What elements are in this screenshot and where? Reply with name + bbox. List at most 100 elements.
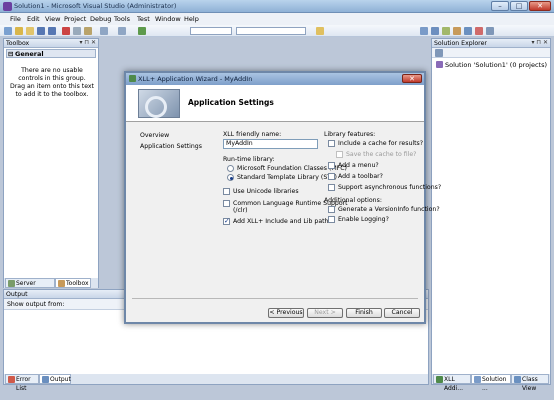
copy-icon[interactable] (73, 27, 81, 35)
logging-label: Enable Logging? (338, 216, 389, 223)
output-tabstrip: Error List Output (4, 374, 428, 392)
include-lib-paths-label: Add XLL+ Include and Lib paths? (233, 218, 335, 225)
error-list-icon (8, 376, 15, 383)
menu-project[interactable]: Project (64, 15, 86, 23)
save-all-icon[interactable] (48, 27, 56, 35)
tab-toolbox[interactable]: Toolbox (55, 278, 91, 288)
properties-icon[interactable] (435, 49, 443, 57)
logging-checkbox[interactable] (328, 216, 335, 223)
class-view-tab-icon (514, 376, 521, 383)
redo-icon[interactable] (118, 27, 126, 35)
menu-help[interactable]: Help (184, 15, 199, 23)
solution-explorer-panel: Solution Explorer ▾ ⊓ ✕ Solution 'Soluti… (431, 38, 551, 392)
nav-overview[interactable]: Overview (140, 132, 169, 139)
toolbox-empty-text: There are no usable controls in this gro… (10, 67, 94, 98)
banner-title: Application Settings (188, 98, 274, 107)
versioninfo-checkbox[interactable] (328, 206, 335, 213)
solution-platforms-combo[interactable] (236, 27, 306, 35)
toolbar (0, 25, 554, 37)
solution-explorer-pin-icon[interactable]: ▾ ⊓ ✕ (531, 39, 548, 46)
menu-view[interactable]: View (45, 15, 60, 23)
async-functions-checkbox[interactable] (328, 184, 335, 191)
previous-button[interactable]: < Previous (268, 308, 304, 318)
save-cache-label: Save the cache to file? (346, 151, 417, 158)
library-features-label: Library features: (324, 131, 376, 138)
class-view-icon[interactable] (464, 27, 472, 35)
nav-application-settings[interactable]: Application Settings (140, 143, 202, 150)
finish-button[interactable]: Finish (346, 308, 382, 318)
toolbox-tabstrip: Server Explorer Toolbox (4, 278, 98, 296)
solution-explorer-icon[interactable] (420, 27, 428, 35)
include-cache-checkbox[interactable] (328, 140, 335, 147)
toolbox-icon[interactable] (453, 27, 461, 35)
new-project-icon[interactable] (4, 27, 12, 35)
toolbox-panel: Toolbox ▾ ⊓ ✕ ⊟ General There are no usa… (3, 38, 99, 296)
add-item-icon[interactable] (15, 27, 23, 35)
include-lib-paths-checkbox[interactable] (223, 217, 230, 225)
object-browser-icon[interactable] (442, 27, 450, 35)
solution-explorer-tab-icon (474, 376, 481, 383)
maximize-button[interactable]: □ (510, 1, 528, 11)
add-menu-label: Add a menu? (338, 162, 379, 169)
mfc-radio[interactable] (227, 165, 234, 172)
save-cache-checkbox[interactable] (336, 151, 343, 158)
paste-icon[interactable] (84, 27, 92, 35)
menu-debug[interactable]: Debug (90, 15, 111, 23)
menu-edit[interactable]: Edit (27, 15, 40, 23)
solution-configurations-combo[interactable] (190, 27, 232, 35)
next-button[interactable]: Next > (307, 308, 343, 318)
tab-solution-explorer[interactable]: Solution ... (471, 374, 511, 392)
clr-checkbox-label-2: (/clr) (233, 207, 248, 214)
dialog-close-button[interactable]: ✕ (402, 74, 422, 83)
toolbox-pin-icon[interactable]: ▾ ⊓ ✕ (79, 39, 96, 46)
tab-xll-addins[interactable]: XLL Addi... (433, 374, 471, 392)
output-icon (42, 376, 49, 383)
menu-window[interactable]: Window (155, 15, 181, 23)
tab-output[interactable]: Output (39, 374, 71, 384)
close-button[interactable]: ✕ (529, 1, 551, 11)
button-divider (132, 298, 418, 299)
start-page-icon[interactable] (475, 27, 483, 35)
async-functions-label: Support asynchronous functions? (338, 184, 442, 191)
include-cache-label: Include a cache for results? (338, 140, 424, 147)
tab-class-view[interactable]: Class View (511, 374, 549, 392)
additional-options-label: Additional options: (324, 197, 382, 204)
unicode-checkbox[interactable] (223, 188, 230, 195)
start-debug-icon[interactable] (138, 27, 146, 35)
toolbox-group-general[interactable]: ⊟ General (6, 49, 96, 58)
properties-icon[interactable] (431, 27, 439, 35)
runtime-library-label: Run-time library: (223, 156, 275, 163)
minimize-button[interactable]: – (491, 1, 509, 11)
cut-icon[interactable] (62, 27, 70, 35)
solution-explorer-tabstrip: XLL Addi... Solution ... Class View (432, 374, 550, 392)
application-wizard-dialog: XLL+ Application Wizard - MyAddIn ✕ Appl… (124, 71, 441, 324)
window-title: Solution1 - Microsoft Visual Studio (Adm… (14, 2, 177, 10)
wizard-banner-image (138, 89, 180, 118)
server-explorer-icon (8, 280, 15, 287)
show-output-from-label: Show output from: (7, 301, 65, 308)
add-menu-checkbox[interactable] (328, 162, 335, 169)
unicode-checkbox-label: Use Unicode libraries (233, 188, 299, 195)
toolbar-options-icon[interactable] (486, 27, 494, 35)
menu-tools[interactable]: Tools (114, 15, 130, 23)
tab-error-list[interactable]: Error List (5, 374, 39, 392)
friendly-name-label: XLL friendly name: (223, 131, 282, 138)
find-in-files-icon[interactable] (316, 27, 324, 35)
stl-radio[interactable] (227, 174, 234, 181)
add-toolbar-label: Add a toolbar? (338, 173, 383, 180)
menu-bar: File Edit View Project Debug Tools Test … (0, 13, 554, 25)
versioninfo-label: Generate a VersionInfo function? (338, 206, 440, 213)
save-icon[interactable] (37, 27, 45, 35)
add-toolbar-checkbox[interactable] (328, 173, 335, 180)
undo-icon[interactable] (100, 27, 108, 35)
solution-node[interactable]: Solution 'Solution1' (0 projects) (436, 61, 547, 69)
visual-studio-icon (3, 2, 12, 11)
menu-test[interactable]: Test (137, 15, 150, 23)
friendly-name-input[interactable]: MyAddIn (223, 139, 318, 149)
tab-server-explorer[interactable]: Server Explorer (5, 278, 55, 296)
cancel-button[interactable]: Cancel (384, 308, 420, 318)
open-icon[interactable] (26, 27, 34, 35)
menu-file[interactable]: File (10, 15, 21, 23)
clr-checkbox[interactable] (223, 200, 230, 207)
dialog-banner: Application Settings (126, 85, 424, 122)
